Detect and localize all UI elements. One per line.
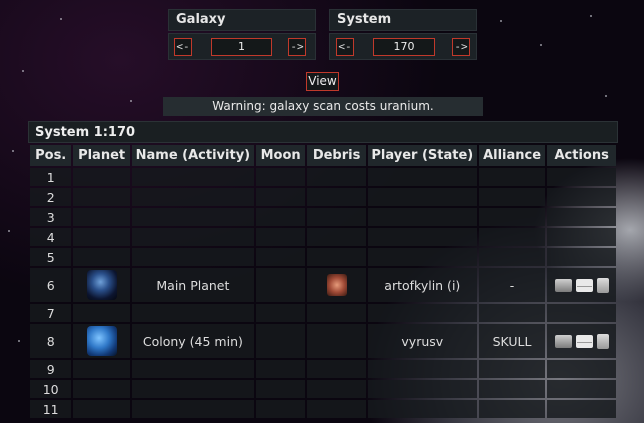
row-pos: 1 <box>30 168 72 186</box>
col-planet: Planet <box>73 145 130 166</box>
system-prev-button[interactable]: <- <box>336 37 354 56</box>
message-icon[interactable] <box>575 278 593 292</box>
row-pos: 2 <box>30 188 72 206</box>
planet-colony-icon[interactable] <box>86 326 117 356</box>
espionage-icon[interactable] <box>554 334 572 348</box>
row-pos: 11 <box>30 400 72 418</box>
col-pos: Pos. <box>30 145 72 166</box>
buddy-request-icon[interactable] <box>596 333 609 349</box>
col-name: Name (Activity) <box>131 145 254 166</box>
alliance-name: - <box>478 268 546 302</box>
buddy-request-icon[interactable] <box>596 277 609 293</box>
row-pos: 5 <box>30 248 72 266</box>
table-row: 6 Main Planet artofkylin (i) - <box>30 268 616 302</box>
row-pos: 3 <box>30 208 72 226</box>
player-name[interactable]: vyrusv <box>367 324 477 358</box>
planet-name[interactable]: Colony (45 min) <box>131 324 254 358</box>
table-row: 8 Colony (45 min) vyrusv SKULL <box>30 324 616 358</box>
row-pos: 10 <box>30 380 72 398</box>
col-debris: Debris <box>307 145 366 166</box>
col-moon: Moon <box>255 145 306 166</box>
system-selector: System <- 170 -> <box>329 9 477 61</box>
system-controls: <- 170 -> <box>329 33 477 60</box>
table-row: 2 <box>30 188 616 206</box>
row-pos: 4 <box>30 228 72 246</box>
system-input[interactable]: 170 <box>373 37 435 56</box>
col-actions: Actions <box>547 145 616 166</box>
galaxy-next-button[interactable]: -> <box>288 37 306 56</box>
system-title: System <box>329 9 477 31</box>
system-next-button[interactable]: -> <box>452 37 470 56</box>
table-row: 11 <box>30 400 616 418</box>
uranium-warning: Warning: galaxy scan costs uranium. <box>163 97 483 116</box>
row-pos: 7 <box>30 304 72 322</box>
table-row: 5 <box>30 248 616 266</box>
table-row: 4 <box>30 228 616 246</box>
row-pos: 9 <box>30 360 72 378</box>
alliance-name[interactable]: SKULL <box>478 324 546 358</box>
planet-main-icon[interactable] <box>86 270 117 300</box>
planet-name[interactable]: Main Planet <box>131 268 254 302</box>
debris-field-icon[interactable] <box>326 274 347 296</box>
row-pos: 8 <box>30 324 72 358</box>
galaxy-selector: Galaxy <- 1 -> <box>168 9 316 61</box>
table-header-row: Pos. Planet Name (Activity) Moon Debris … <box>30 145 616 166</box>
espionage-icon[interactable] <box>554 278 572 292</box>
message-icon[interactable] <box>575 334 593 348</box>
galaxy-controls: <- 1 -> <box>168 33 316 60</box>
view-button[interactable]: View <box>306 72 339 91</box>
table-row: 7 <box>30 304 616 322</box>
galaxy-table: Pos. Planet Name (Activity) Moon Debris … <box>28 143 618 420</box>
galaxy-table-panel: System 1:170 Pos. Planet Name (Activity)… <box>28 121 618 420</box>
col-player: Player (State) <box>367 145 477 166</box>
galaxy-prev-button[interactable]: <- <box>174 37 192 56</box>
table-row: 3 <box>30 208 616 226</box>
galaxy-title: Galaxy <box>168 9 316 31</box>
table-row: 1 <box>30 168 616 186</box>
row-pos: 6 <box>30 268 72 302</box>
table-row: 9 <box>30 360 616 378</box>
col-alliance: Alliance <box>478 145 546 166</box>
table-row: 10 <box>30 380 616 398</box>
system-header: System 1:170 <box>28 121 618 143</box>
galaxy-input[interactable]: 1 <box>211 37 272 56</box>
player-name[interactable]: artofkylin (i) <box>367 268 477 302</box>
